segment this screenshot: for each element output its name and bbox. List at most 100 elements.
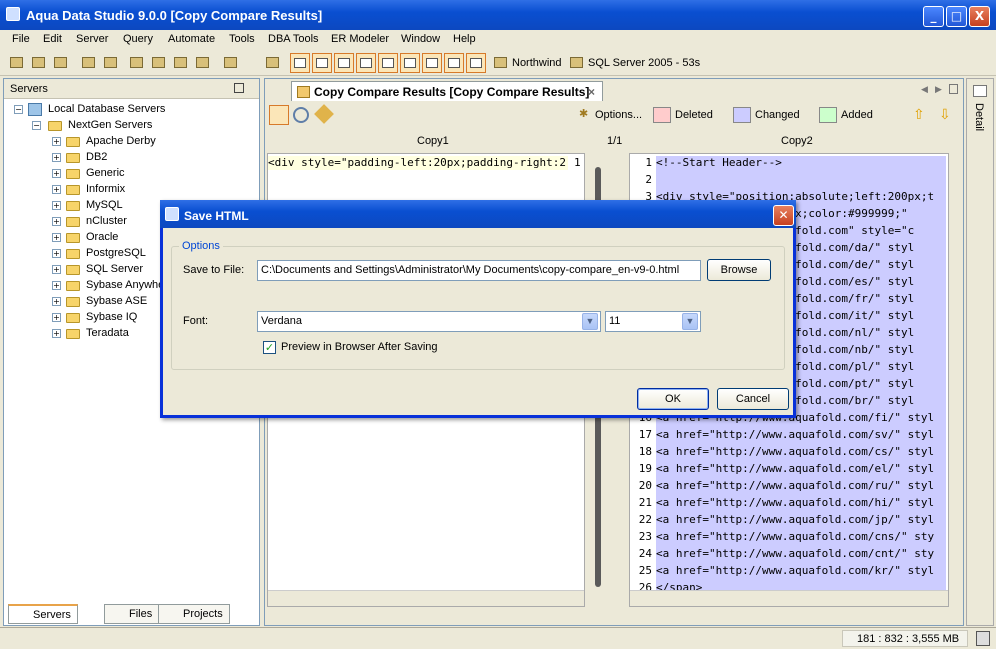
grid-tool-icon-7[interactable] [422,53,442,73]
expand-icon[interactable]: + [52,201,61,210]
tab-copy-compare-results[interactable]: Copy Compare Results [Copy Compare Resul… [291,81,603,101]
tree-item-sybase-anywhere[interactable]: Sybase Anywhe [86,279,164,291]
find-icon[interactable] [293,107,309,123]
grid-tool-icon-9[interactable] [466,53,486,73]
expand-icon[interactable]: + [52,185,61,194]
menu-window[interactable]: Window [401,33,440,45]
collapse-icon[interactable]: − [14,105,23,114]
tree-item-sybase-iq[interactable]: Sybase IQ [86,311,137,323]
tree-item-generic[interactable]: Generic [86,167,125,179]
disconnect-icon[interactable] [80,54,98,72]
tree-item-ncluster[interactable]: nCluster [86,215,127,227]
nav-left-icon[interactable]: ◀ [921,85,928,95]
expand-icon[interactable]: + [52,297,61,306]
tree-item-postgresql[interactable]: PostgreSQL [86,247,146,259]
edit-server-icon[interactable] [30,54,48,72]
tree-group-label[interactable]: NextGen Servers [68,119,152,131]
arrow-up-icon[interactable]: ⇧ [913,107,925,123]
left-hscroll[interactable] [268,590,584,606]
menu-automate[interactable]: Automate [168,33,215,45]
server-northwind[interactable]: Northwind [512,57,562,69]
tab-close-icon[interactable]: × [588,85,595,99]
server-icon [568,54,586,72]
tree-item-informix[interactable]: Informix [86,183,125,195]
list-icon[interactable] [949,84,958,94]
grid-tool-icon-6[interactable] [400,53,420,73]
menu-tools[interactable]: Tools [229,33,255,45]
menu-dba-tools[interactable]: DBA Tools [268,33,319,45]
line-number: 21 [638,496,652,509]
tree-root-label[interactable]: Local Database Servers [48,103,165,115]
options-button[interactable]: Options... [595,109,642,121]
expand-icon[interactable]: + [52,137,61,146]
compare-icon[interactable] [172,54,190,72]
save-icon[interactable] [269,105,289,125]
schema-script-icon[interactable] [194,54,212,72]
tree-item-teradata[interactable]: Teradata [86,327,129,339]
connect-icon[interactable] [52,54,70,72]
tab-files[interactable]: Files [104,604,160,624]
font-size-select[interactable]: 11 ▼ [605,311,701,332]
collapse-icon[interactable]: − [32,121,41,130]
grid-tool-icon-1[interactable] [290,53,310,73]
dropdown-tool-icon[interactable] [222,54,240,72]
preview-checkbox-label[interactable]: Preview in Browser After Saving [281,341,438,353]
tree-item-sql-server[interactable]: SQL Server [86,263,143,275]
arrow-down-icon[interactable]: ⇩ [939,107,951,123]
chevron-down-icon[interactable]: ▼ [582,313,598,330]
nav-right-icon[interactable]: ▶ [935,85,942,95]
tree-item-oracle[interactable]: Oracle [86,231,118,243]
expand-icon[interactable]: + [52,249,61,258]
expand-icon[interactable]: + [52,313,61,322]
expand-icon[interactable]: + [52,217,61,226]
ok-button[interactable]: OK [637,388,709,410]
expand-icon[interactable]: + [52,153,61,162]
tree-item-db2[interactable]: DB2 [86,151,107,163]
menu-help[interactable]: Help [453,33,476,45]
menu-edit[interactable]: Edit [43,33,62,45]
tab-servers[interactable]: Servers [8,604,78,624]
register-server-icon[interactable] [8,54,26,72]
line-number: 19 [638,462,652,475]
maximize-button[interactable]: □ [946,6,967,27]
code-line: <a href="http://www.aquafold.com/cs/" st… [656,445,946,462]
menu-query[interactable]: Query [123,33,153,45]
grid-tool-icon-3[interactable] [334,53,354,73]
expand-icon[interactable]: + [52,281,61,290]
expand-icon[interactable]: + [52,265,61,274]
cancel-button[interactable]: Cancel [717,388,789,410]
tab-projects[interactable]: Projects [158,604,230,624]
grid-tool-icon-8[interactable] [444,53,464,73]
menu-er-modeler[interactable]: ER Modeler [331,33,389,45]
expand-icon[interactable]: + [52,329,61,338]
expand-icon[interactable]: + [52,169,61,178]
server-sql-2005[interactable]: SQL Server 2005 - 53s [588,57,700,69]
dialog-close-button[interactable]: ✕ [773,205,794,226]
minimize-button[interactable]: _ [923,6,944,27]
grid-tool-icon-4[interactable] [356,53,376,73]
gear-icon[interactable]: ✱ [579,107,588,120]
query-window-icon[interactable] [128,54,146,72]
menu-file[interactable]: File [12,33,30,45]
grid-tool-icon-5[interactable] [378,53,398,73]
print-icon[interactable] [264,54,282,72]
expand-icon[interactable]: + [52,233,61,242]
tree-item-mysql[interactable]: MySQL [86,199,123,211]
menu-server[interactable]: Server [76,33,108,45]
restore-panel-icon[interactable] [234,83,244,93]
right-hscroll[interactable] [630,590,948,606]
query-analyzer-icon[interactable] [150,54,168,72]
browse-button[interactable]: Browse [707,259,771,281]
detail-sidebar[interactable]: Detail [966,78,994,626]
tree-item-apache-derby[interactable]: Apache Derby [86,135,156,147]
tree-item-sybase-ase[interactable]: Sybase ASE [86,295,147,307]
trash-icon[interactable] [976,631,990,646]
close-button[interactable]: X [969,6,990,27]
preview-checkbox[interactable]: ✓ [263,341,276,354]
font-select[interactable]: Verdana ▼ [257,311,601,332]
wand-icon[interactable] [314,104,334,124]
refresh-icon[interactable] [102,54,120,72]
save-path-input[interactable]: C:\Documents and Settings\Administrator\… [257,260,701,281]
chevron-down-icon[interactable]: ▼ [682,313,698,330]
grid-tool-icon-2[interactable] [312,53,332,73]
